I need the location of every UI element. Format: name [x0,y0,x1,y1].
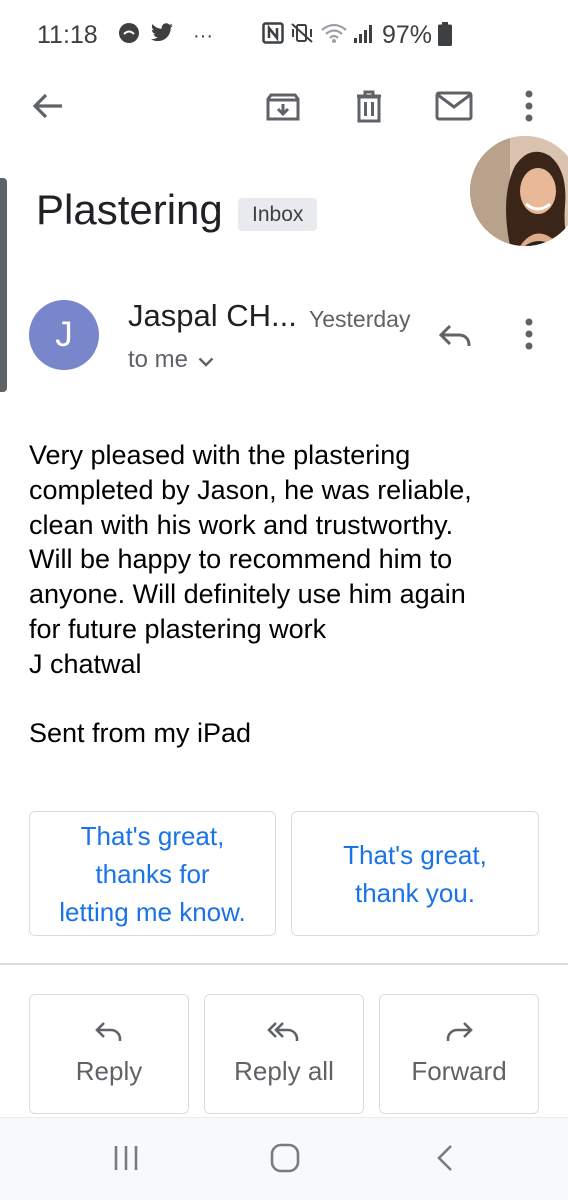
archive-icon [266,89,300,128]
smart-reply-line: That's great, [80,820,225,851]
reply-icon [438,324,472,353]
mark-unread-button[interactable] [430,84,478,132]
signal-icon [352,22,374,49]
back-button[interactable] [24,84,72,132]
recipient-label: to me [128,346,189,373]
recent-apps-button[interactable] [102,1138,150,1182]
smart-reply-button[interactable]: That's great, thanks for letting me know… [29,811,276,936]
chevron-down-icon [198,346,214,374]
overflow-menu-icon [524,318,534,355]
status-time: 11:18 [37,21,98,49]
home-button[interactable] [261,1138,309,1182]
smart-reply-line: That's great, [343,839,487,870]
smart-reply-line: thanks for [95,858,210,889]
forward-button[interactable]: Forward [379,994,539,1114]
body-line: for future plastering work [29,613,327,644]
archive-button[interactable] [259,84,307,132]
back-arrow-icon [32,92,64,125]
smart-reply-button[interactable]: That's great, thank you. [291,811,539,936]
body-line: anyone. Will definitely use him again [29,579,466,610]
body-line: clean with his work and trustworthy. [29,509,454,540]
email-body: Very pleased with the plastering complet… [29,438,549,751]
smart-reply-line: letting me know. [59,896,246,927]
sender-avatar[interactable]: J [29,300,99,370]
inbox-label-chip[interactable]: Inbox [238,198,318,231]
divider [0,963,568,965]
system-back-button[interactable] [421,1138,469,1182]
sender-name[interactable]: Jaspal CH... [128,298,297,334]
smart-reply-line: thank you. [355,877,475,908]
more-notifications-icon: ··· [193,25,213,47]
chevron-left-icon [436,1144,454,1177]
nfc-icon [262,22,284,49]
reply-all-label: Reply all [234,1056,334,1086]
battery-percent: 97% [382,21,433,49]
reply-all-button[interactable]: Reply all [204,994,364,1114]
sender-initial: J [55,315,73,354]
system-navigation-bar [0,1117,568,1200]
forward-label: Forward [411,1056,507,1086]
overflow-menu-icon [524,90,534,127]
body-line: Very pleased with the plastering [29,440,411,470]
delete-icon [354,89,384,128]
email-signature: Sent from my iPad [29,718,252,749]
circle-notification-icon [118,22,140,49]
body-line: J chatwal [29,648,142,679]
recipient-details[interactable]: to me [128,346,214,374]
recent-apps-icon [112,1145,140,1176]
body-line: completed by Jason, he was reliable, [29,474,472,505]
email-subject: Plastering [36,186,223,233]
body-line: Will be happy to recommend him to [29,544,453,575]
forward-icon [444,1021,474,1056]
message-menu-button[interactable] [505,312,553,360]
email-date: Yesterday [309,306,411,332]
edge-panel-handle[interactable] [0,178,7,392]
overflow-menu-button[interactable] [505,84,553,132]
account-avatar[interactable] [470,136,568,246]
battery-icon [438,22,452,51]
mark-unread-icon [435,91,473,126]
status-bar: 11:18 ··· 97% [0,0,568,72]
vibrate-mute-icon [290,22,314,49]
reply-all-icon [267,1021,301,1056]
reply-button[interactable]: Reply [29,994,189,1114]
quick-reply-button[interactable] [431,314,479,362]
wifi-icon [320,22,348,49]
delete-button[interactable] [345,84,393,132]
reply-label: Reply [75,1056,143,1086]
twitter-icon [150,23,174,48]
home-icon [270,1143,300,1178]
reply-icon [94,1021,124,1056]
